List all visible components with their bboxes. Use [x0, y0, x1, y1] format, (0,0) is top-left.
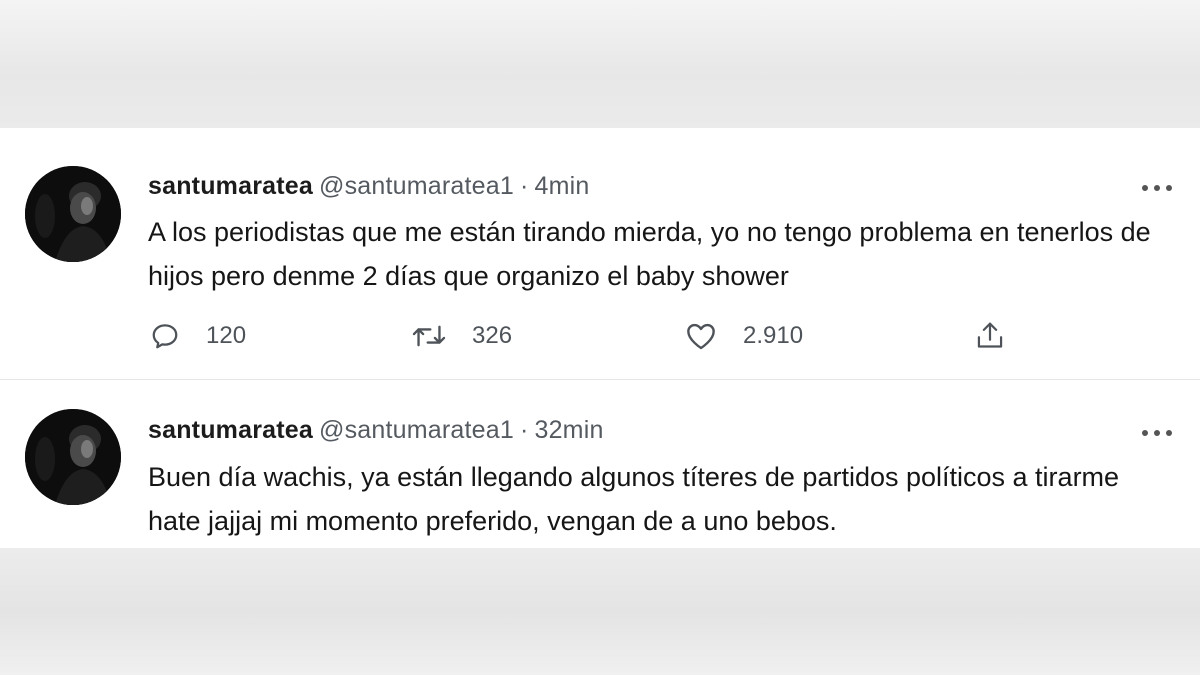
reply-icon	[152, 324, 178, 349]
dot	[1166, 430, 1172, 436]
retweet-icon	[412, 325, 446, 347]
tweet-feed: santumaratea @santumaratea1 · 4min A los pe…	[0, 128, 1200, 548]
display-name[interactable]: santumaratea	[148, 172, 313, 200]
tweet-header: santumaratea @santumaratea1 · 32min	[148, 416, 604, 445]
blurred-top-background	[0, 0, 1200, 128]
user-handle[interactable]: @santumaratea1	[319, 172, 514, 200]
separator-dot: ·	[519, 416, 529, 444]
tweet-header: santumaratea @santumaratea1 · 4min	[148, 172, 589, 201]
avatar[interactable]	[25, 166, 121, 262]
avatar[interactable]	[25, 409, 121, 505]
tweet-text: A los periodistas que me están tirando m…	[148, 217, 1151, 291]
avatar-image	[25, 166, 121, 262]
dot	[1142, 430, 1148, 436]
like-count: 2.910	[743, 322, 804, 349]
tweet[interactable]: santumaratea @santumaratea1 · 32min Buen dí…	[0, 381, 1200, 548]
dot	[1154, 185, 1160, 191]
tweet-actions: 120 326 2.910	[150, 316, 1030, 356]
dot	[1142, 185, 1148, 191]
tweet[interactable]: santumaratea @santumaratea1 · 4min A los pe…	[0, 128, 1200, 380]
reply-count: 120	[206, 322, 247, 349]
timestamp[interactable]: 4min	[534, 172, 589, 200]
heart-icon	[687, 323, 715, 350]
reply-button[interactable]: 120	[150, 316, 246, 356]
dot	[1154, 430, 1160, 436]
retweet-count: 326	[472, 322, 513, 349]
display-name[interactable]: santumaratea	[148, 416, 313, 444]
user-handle[interactable]: @santumaratea1	[319, 416, 514, 444]
dot	[1166, 185, 1172, 191]
blurred-bottom-background	[0, 548, 1200, 675]
share-button[interactable]	[975, 316, 1005, 356]
more-options-icon[interactable]	[1142, 421, 1172, 445]
more-options-icon[interactable]	[1142, 176, 1172, 200]
share-icon	[977, 322, 1003, 348]
tweet-text: Buen día wachis, ya están llegando algun…	[148, 462, 1120, 536]
separator-dot: ·	[519, 172, 529, 200]
avatar-image	[25, 409, 121, 505]
like-button[interactable]: 2.910	[685, 316, 803, 356]
retweet-button[interactable]: 326	[412, 316, 512, 356]
timestamp[interactable]: 32min	[534, 416, 603, 444]
